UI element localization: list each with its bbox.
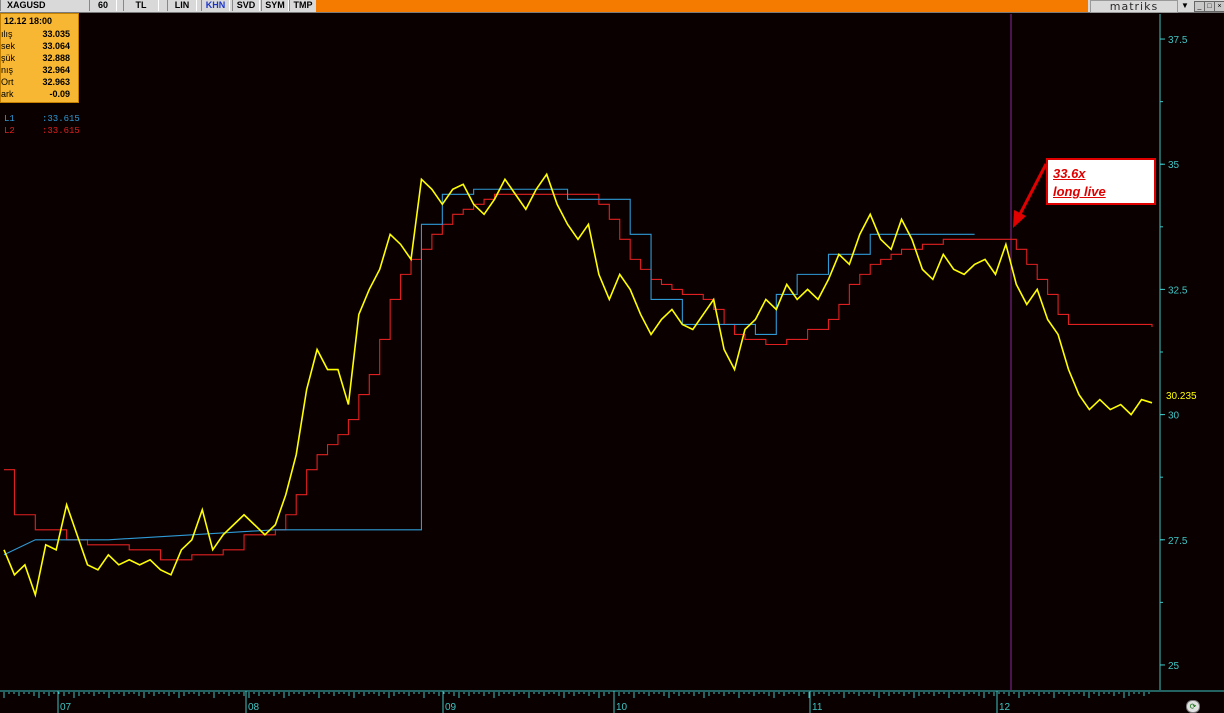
info-value: 32.964 [42, 65, 70, 75]
x-tick-label: 12 [999, 702, 1011, 713]
info-label: ılış [1, 29, 13, 39]
annotation-box: 33.6x long live [1046, 158, 1156, 205]
info-row-dusuk: şük 32.888 [1, 53, 78, 65]
legend-row-l2: L2 :33.615 [4, 126, 80, 136]
info-label: sek [1, 41, 16, 51]
x-tick-label: 09 [445, 702, 457, 713]
info-value: 33.035 [42, 29, 70, 39]
price-chart[interactable]: 37.5 35 32.5 30 27.5 25 07 08 09 10 11 12 30.235 [0, 0, 1224, 713]
annotation-arrow [1016, 163, 1048, 219]
info-row-yuksek: sek 33.064 [1, 41, 78, 53]
x-tick-label: 07 [60, 702, 72, 713]
y-tick-label: 25 [1168, 661, 1180, 672]
series-line-price [3, 172, 1153, 598]
series-line-l1 [3, 188, 975, 556]
annotation-line-2: long live [1053, 184, 1106, 199]
info-label: ark [1, 89, 14, 99]
y-tick-label: 37.5 [1168, 35, 1188, 46]
series-line-l2 [4, 193, 1153, 561]
info-value: -0.09 [49, 89, 70, 99]
y-tick-label: 27.5 [1168, 536, 1188, 547]
legend-row-l1: L1 :33.615 [4, 114, 80, 124]
info-label: Ort [1, 77, 14, 87]
last-price-label: 30.235 [1166, 391, 1197, 402]
y-tick-label: 30 [1168, 411, 1180, 422]
info-row-kapanis: nış 32.964 [1, 65, 78, 77]
legend-name: L2 [4, 126, 15, 136]
y-tick-label: 35 [1168, 160, 1180, 171]
legend-value: :33.615 [42, 126, 80, 136]
info-value: 32.888 [42, 53, 70, 63]
info-value: 32.963 [42, 77, 70, 87]
info-date: 12.12 18:00 [4, 16, 53, 26]
ohlc-info-box: 12.12 18:00 ılış 33.035 sek 33.064 şük 3… [0, 13, 79, 103]
refresh-icon[interactable]: ⟳ [1186, 700, 1200, 713]
info-row-ort: Ort 32.963 [1, 77, 78, 89]
info-row-alis: ılış 33.035 [1, 29, 78, 41]
x-tick-label: 10 [616, 702, 628, 713]
x-tick-label: 11 [812, 702, 823, 713]
info-label: şük [1, 53, 16, 63]
info-value: 33.064 [42, 41, 70, 51]
legend-name: L1 [4, 114, 15, 124]
y-tick-label: 32.5 [1168, 285, 1188, 296]
annotation-line-1: 33.6x [1053, 166, 1086, 181]
x-tick-label: 08 [248, 702, 260, 713]
info-label: nış [1, 65, 14, 75]
legend-value: :33.615 [42, 114, 80, 124]
info-row-fark: ark -0.09 [1, 89, 78, 101]
